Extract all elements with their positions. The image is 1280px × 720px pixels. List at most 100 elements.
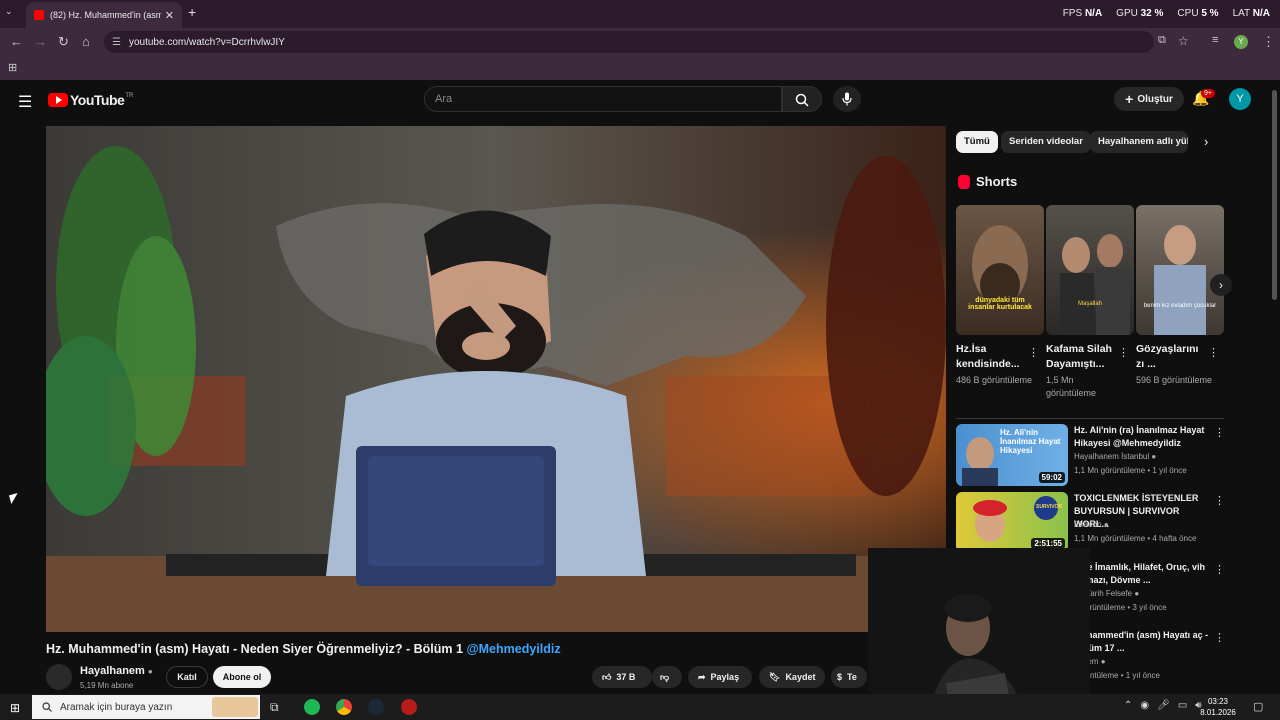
windows-start-icon[interactable]: ⊞ xyxy=(10,701,20,715)
verified-check-icon: ● xyxy=(1134,589,1140,598)
app-icon[interactable] xyxy=(401,699,417,715)
share-label: Paylaş xyxy=(710,672,740,682)
short-title[interactable]: Hz.İsa kendisinde... xyxy=(956,342,1028,372)
apps-grid-icon[interactable]: ⊞ xyxy=(8,61,17,74)
channel-name[interactable]: Hayalhanem ● xyxy=(80,665,153,677)
channel-name[interactable]: Hayalhanem İstanbul ● xyxy=(1074,452,1156,461)
shorts-logo-icon xyxy=(958,174,970,189)
voice-search-button[interactable] xyxy=(833,86,861,112)
more-options-icon[interactable]: ⋮ xyxy=(1214,426,1225,439)
tab-close-icon[interactable]: ✕ xyxy=(165,9,174,22)
short-title[interactable]: Gözyaşlarını zı ... xyxy=(1136,342,1208,372)
share-button[interactable]: ➦ Paylaş xyxy=(688,666,752,688)
video-meta: 1,1 Mn görüntüleme • 4 hafta önce xyxy=(1074,534,1197,543)
create-label: Oluştur xyxy=(1137,93,1173,105)
subscribe-button[interactable]: Abone ol xyxy=(213,666,271,688)
tab-title: (82) Hz. Muhammed'in (asm) H xyxy=(50,10,161,20)
mention-link[interactable]: @Mehmedyildiz xyxy=(466,642,560,656)
video-title[interactable]: Hz. Ali'nin (ra) İnanılmaz Hayat Hikayes… xyxy=(1074,424,1210,450)
site-info-icon[interactable]: ☰ xyxy=(112,37,121,48)
like-button[interactable]: 👍︎ 37 B xyxy=(592,666,652,688)
steam-icon[interactable] xyxy=(368,699,384,715)
chip-all[interactable]: Tümü xyxy=(956,131,998,153)
chip-series-videos[interactable]: Seriden videolar xyxy=(1001,131,1091,153)
short-more-icon[interactable]: ⋮ xyxy=(1028,346,1039,359)
verified-check-icon: ● xyxy=(1151,452,1157,461)
fps-readout: FPS N/A xyxy=(1062,8,1103,19)
mic-tray-icon[interactable]: 🎤︎ xyxy=(1157,700,1170,711)
search-highlight-image xyxy=(212,697,258,717)
tray-overflow-chevron-icon[interactable]: ⌃ xyxy=(1124,700,1132,711)
home-icon[interactable]: ⌂ xyxy=(82,34,90,49)
channel-name-text: Hayalhanem xyxy=(80,665,145,677)
chips-next-chevron-icon[interactable]: › xyxy=(1204,134,1208,149)
webcam-tray-icon[interactable]: ◉ xyxy=(1140,700,1149,711)
forward-arrow-icon[interactable]: → xyxy=(34,34,47,49)
short-thumb-image xyxy=(1060,234,1130,335)
thanks-button[interactable]: $ Te xyxy=(831,666,867,688)
video-thumbnail[interactable]: Hz. Ali'nin İnanılmaz Hayat Hikayesi 59:… xyxy=(956,424,1068,486)
hamburger-menu-icon[interactable]: ☰ xyxy=(18,92,32,112)
taskbar-search-box[interactable]: Aramak için buraya yazın xyxy=(32,695,260,719)
profile-avatar[interactable]: Y xyxy=(1234,35,1248,49)
join-button[interactable]: Katıl xyxy=(166,666,208,688)
short-caption: Maşallah xyxy=(1077,301,1102,307)
search-input[interactable]: Ara xyxy=(424,86,782,112)
save-button[interactable]: 🔖︎ Kaydet xyxy=(759,666,825,688)
more-options-icon[interactable]: ⋮ xyxy=(1214,631,1225,644)
short-views: 596 B görüntüleme xyxy=(1136,375,1213,385)
thumbs-down-icon: 👎︎ xyxy=(660,671,670,682)
search-icon xyxy=(795,93,809,107)
more-options-icon[interactable]: ⋮ xyxy=(1214,494,1225,507)
chip-channel-uploads[interactable]: Hayalhanem adlı yükl xyxy=(1090,131,1188,153)
subscriber-count: 5,19 Mn abone xyxy=(80,681,134,690)
verified-check-icon: ● xyxy=(147,667,153,676)
search-button[interactable] xyxy=(782,86,822,112)
new-tab-button[interactable]: + xyxy=(188,4,196,20)
youtube-header: ☰ YouTube TR Ara + Oluştur 🔔 9+ Y xyxy=(0,80,1280,120)
tab-list-chevron-icon[interactable]: ⌄ xyxy=(5,6,13,17)
short-thumbnail[interactable]: benim kız evladım çocuklar xyxy=(1136,205,1224,335)
bookmarks-bar: ⊞ xyxy=(0,56,1280,80)
like-count: 37 B xyxy=(616,672,636,682)
short-title[interactable]: Kafama Silah Dayamıştı... xyxy=(1046,342,1118,372)
video-frame-image xyxy=(46,126,946,632)
taskbar-clock[interactable]: 03:23 8.01.2026 xyxy=(1198,696,1238,718)
short-more-icon[interactable]: ⋮ xyxy=(1118,346,1129,359)
video-title[interactable]: Muhammed'in (asm) Hayatı aç - Bölüm 17 .… xyxy=(1074,629,1210,655)
youtube-logo[interactable]: YouTube TR xyxy=(48,92,133,108)
create-button[interactable]: + Oluştur xyxy=(1114,87,1184,111)
more-options-icon[interactable]: ⋮ xyxy=(1214,563,1225,576)
reload-icon[interactable]: ↻ xyxy=(58,34,69,50)
notification-center-icon[interactable]: ▢ xyxy=(1253,700,1263,713)
address-bar-row: ← → ↻ ⌂ ☰ youtube.com/watch?v=DcrrhvlwJI… xyxy=(0,28,1280,56)
browser-menu-icon[interactable]: ⋮ xyxy=(1262,34,1275,50)
cpu-readout: CPU 5 % xyxy=(1177,8,1219,19)
short-more-icon[interactable]: ⋮ xyxy=(1208,346,1219,359)
video-title[interactable]: n Ve İmamlık, Hilafet, Oruç, vih Namazı,… xyxy=(1074,561,1210,587)
bookmark-icon: 🔖︎ xyxy=(769,671,781,682)
channel-name[interactable]: Elraenn ● xyxy=(1074,520,1109,529)
bookmark-star-icon[interactable]: ☆ xyxy=(1178,34,1189,48)
recommended-video[interactable]: SURVIVOR 2:51:55 TOXICLENMEK İSTEYENLER … xyxy=(956,492,1225,552)
reading-list-icon[interactable]: ≡ xyxy=(1212,34,1218,46)
account-avatar[interactable]: Y xyxy=(1229,88,1251,110)
chrome-icon[interactable] xyxy=(336,699,352,715)
video-thumbnail[interactable]: SURVIVOR 2:51:55 xyxy=(956,492,1068,552)
video-player[interactable] xyxy=(46,126,946,632)
short-thumbnail[interactable]: Maşallah xyxy=(1046,205,1134,335)
task-view-icon[interactable]: ⧉ xyxy=(270,700,279,715)
short-thumbnail[interactable]: dünyadaki tüm insanlar kurtulacak xyxy=(956,205,1044,335)
page-scrollbar[interactable] xyxy=(1272,90,1277,300)
channel-avatar[interactable] xyxy=(46,664,72,690)
back-arrow-icon[interactable]: ← xyxy=(10,34,23,49)
recommended-video[interactable]: Hz. Ali'nin İnanılmaz Hayat Hikayesi 59:… xyxy=(956,424,1225,486)
install-app-icon[interactable]: ⧉ xyxy=(1158,34,1166,47)
dislike-button[interactable]: 👎︎ xyxy=(652,666,682,688)
shorts-next-chevron-icon[interactable]: › xyxy=(1210,274,1232,296)
network-icon[interactable]: ▭ xyxy=(1178,700,1187,711)
channel-name-text: Hayalhanem İstanbul xyxy=(1074,452,1150,461)
browser-tab-active[interactable]: (82) Hz. Muhammed'in (asm) H ✕ xyxy=(26,2,182,28)
spotify-icon[interactable] xyxy=(304,699,320,715)
url-omnibox[interactable]: ☰ youtube.com/watch?v=DcrrhvlwJIY xyxy=(104,31,1154,53)
